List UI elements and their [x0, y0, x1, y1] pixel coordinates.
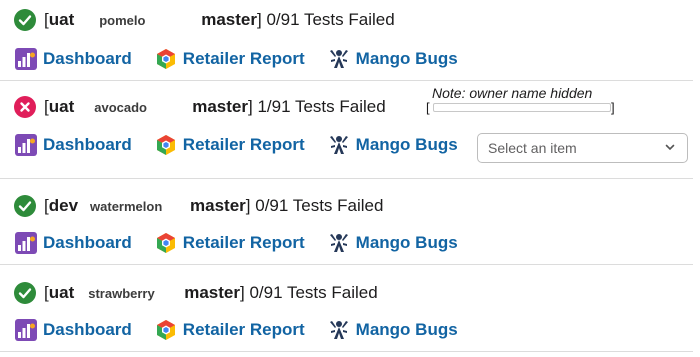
links-row: Dashboard Retailer Report Mango Bugs — [14, 47, 480, 71]
dashboard-link[interactable]: Dashboard — [14, 318, 132, 342]
chrome-icon — [154, 133, 178, 157]
environment-label: uat — [48, 10, 75, 29]
dashboard-link-label: Dashboard — [43, 320, 132, 339]
links-row: Dashboard Retailer Report Mango Bugs — [14, 318, 480, 342]
test-result: 0/91 Tests Failed — [250, 196, 384, 215]
dashboard-icon — [14, 231, 38, 255]
mango-bugs-link[interactable]: Mango Bugs — [327, 318, 458, 342]
branch-name: master — [190, 196, 246, 215]
chrome-icon — [154, 47, 178, 71]
environment-label: dev — [48, 196, 79, 215]
retailer-report-link[interactable]: Retailer Report — [154, 47, 305, 71]
mango-bugs-link[interactable]: Mango Bugs — [327, 231, 458, 255]
check-circle-icon — [14, 9, 36, 31]
status-row: [ uat pomelo master ] 0/91 Tests Failed — [14, 8, 395, 32]
dashboard-link-label: Dashboard — [43, 49, 132, 68]
service-name: pomelo — [99, 12, 146, 28]
dashboard-link[interactable]: Dashboard — [14, 133, 132, 157]
chevron-down-icon — [665, 144, 675, 151]
retailer-report-link[interactable]: Retailer Report — [154, 231, 305, 255]
mango-bugs-link-label: Mango Bugs — [355, 320, 458, 339]
test-run-block: [ uat pomelo master ] 0/91 Tests Failed … — [0, 0, 700, 81]
test-run-block: [ uat avocado master ] 1/91 Tests Failed… — [0, 81, 700, 179]
dashboard-link-label: Dashboard — [43, 233, 132, 252]
check-circle-icon — [14, 282, 36, 304]
mango-bugs-link-label: Mango Bugs — [355, 49, 458, 68]
branch-name: master — [192, 97, 248, 116]
links-row: Dashboard Retailer Report Mango Bugs — [14, 231, 480, 255]
chrome-icon — [154, 318, 178, 342]
retailer-report-link-label: Retailer Report — [182, 49, 305, 68]
mango-bugs-link[interactable]: Mango Bugs — [327, 133, 458, 157]
retailer-report-link-label: Retailer Report — [182, 320, 305, 339]
mango-bugs-link-label: Mango Bugs — [355, 135, 458, 154]
annotation-note: Note: owner name hidden — [432, 85, 593, 101]
service-name: watermelon — [90, 198, 163, 214]
status-row: [ dev watermelon master ] 0/91 Tests Fai… — [14, 194, 383, 218]
jira-icon — [327, 47, 351, 71]
jira-icon — [327, 133, 351, 157]
retailer-report-link[interactable]: Retailer Report — [154, 133, 305, 157]
service-name: strawberry — [88, 285, 155, 301]
mango-bugs-link[interactable]: Mango Bugs — [327, 47, 458, 71]
x-circle-icon — [14, 96, 36, 118]
mango-bugs-link-label: Mango Bugs — [355, 233, 458, 252]
jira-icon — [327, 231, 351, 255]
retailer-report-link[interactable]: Retailer Report — [154, 318, 305, 342]
select-placeholder: Select an item — [488, 140, 577, 156]
dashboard-link[interactable]: Dashboard — [14, 47, 132, 71]
status-row: [ uat strawberry master ] 0/91 Tests Fai… — [14, 281, 378, 305]
dashboard-icon — [14, 47, 38, 71]
jira-icon — [327, 318, 351, 342]
close-bracket: ] — [611, 100, 615, 115]
service-name: avocado — [94, 99, 147, 115]
check-circle-icon — [14, 195, 36, 217]
environment-label: uat — [48, 97, 75, 116]
redacted-field: [ ] — [426, 101, 616, 114]
test-result: 1/91 Tests Failed — [252, 97, 386, 116]
branch-name: master — [201, 10, 257, 29]
branch-name: master — [184, 283, 240, 302]
test-run-block: [ uat strawberry master ] 0/91 Tests Fai… — [0, 265, 700, 352]
environment-label: uat — [48, 283, 75, 302]
test-result: 0/91 Tests Failed — [261, 10, 395, 29]
test-result: 0/91 Tests Failed — [244, 283, 378, 302]
retailer-report-link-label: Retailer Report — [182, 233, 305, 252]
status-row: [ uat avocado master ] 1/91 Tests Failed — [14, 95, 386, 119]
dashboard-icon — [14, 133, 38, 157]
dashboard-link-label: Dashboard — [43, 135, 132, 154]
open-bracket: [ — [426, 100, 430, 115]
retailer-report-link-label: Retailer Report — [182, 135, 305, 154]
test-run-block: [ dev watermelon master ] 0/91 Tests Fai… — [0, 179, 700, 265]
select-item-dropdown[interactable]: Select an item — [477, 133, 688, 163]
chrome-icon — [154, 231, 178, 255]
links-row: Dashboard Retailer Report Mango Bugs — [14, 133, 480, 157]
dashboard-link[interactable]: Dashboard — [14, 231, 132, 255]
dashboard-icon — [14, 318, 38, 342]
redaction-box — [433, 103, 611, 112]
